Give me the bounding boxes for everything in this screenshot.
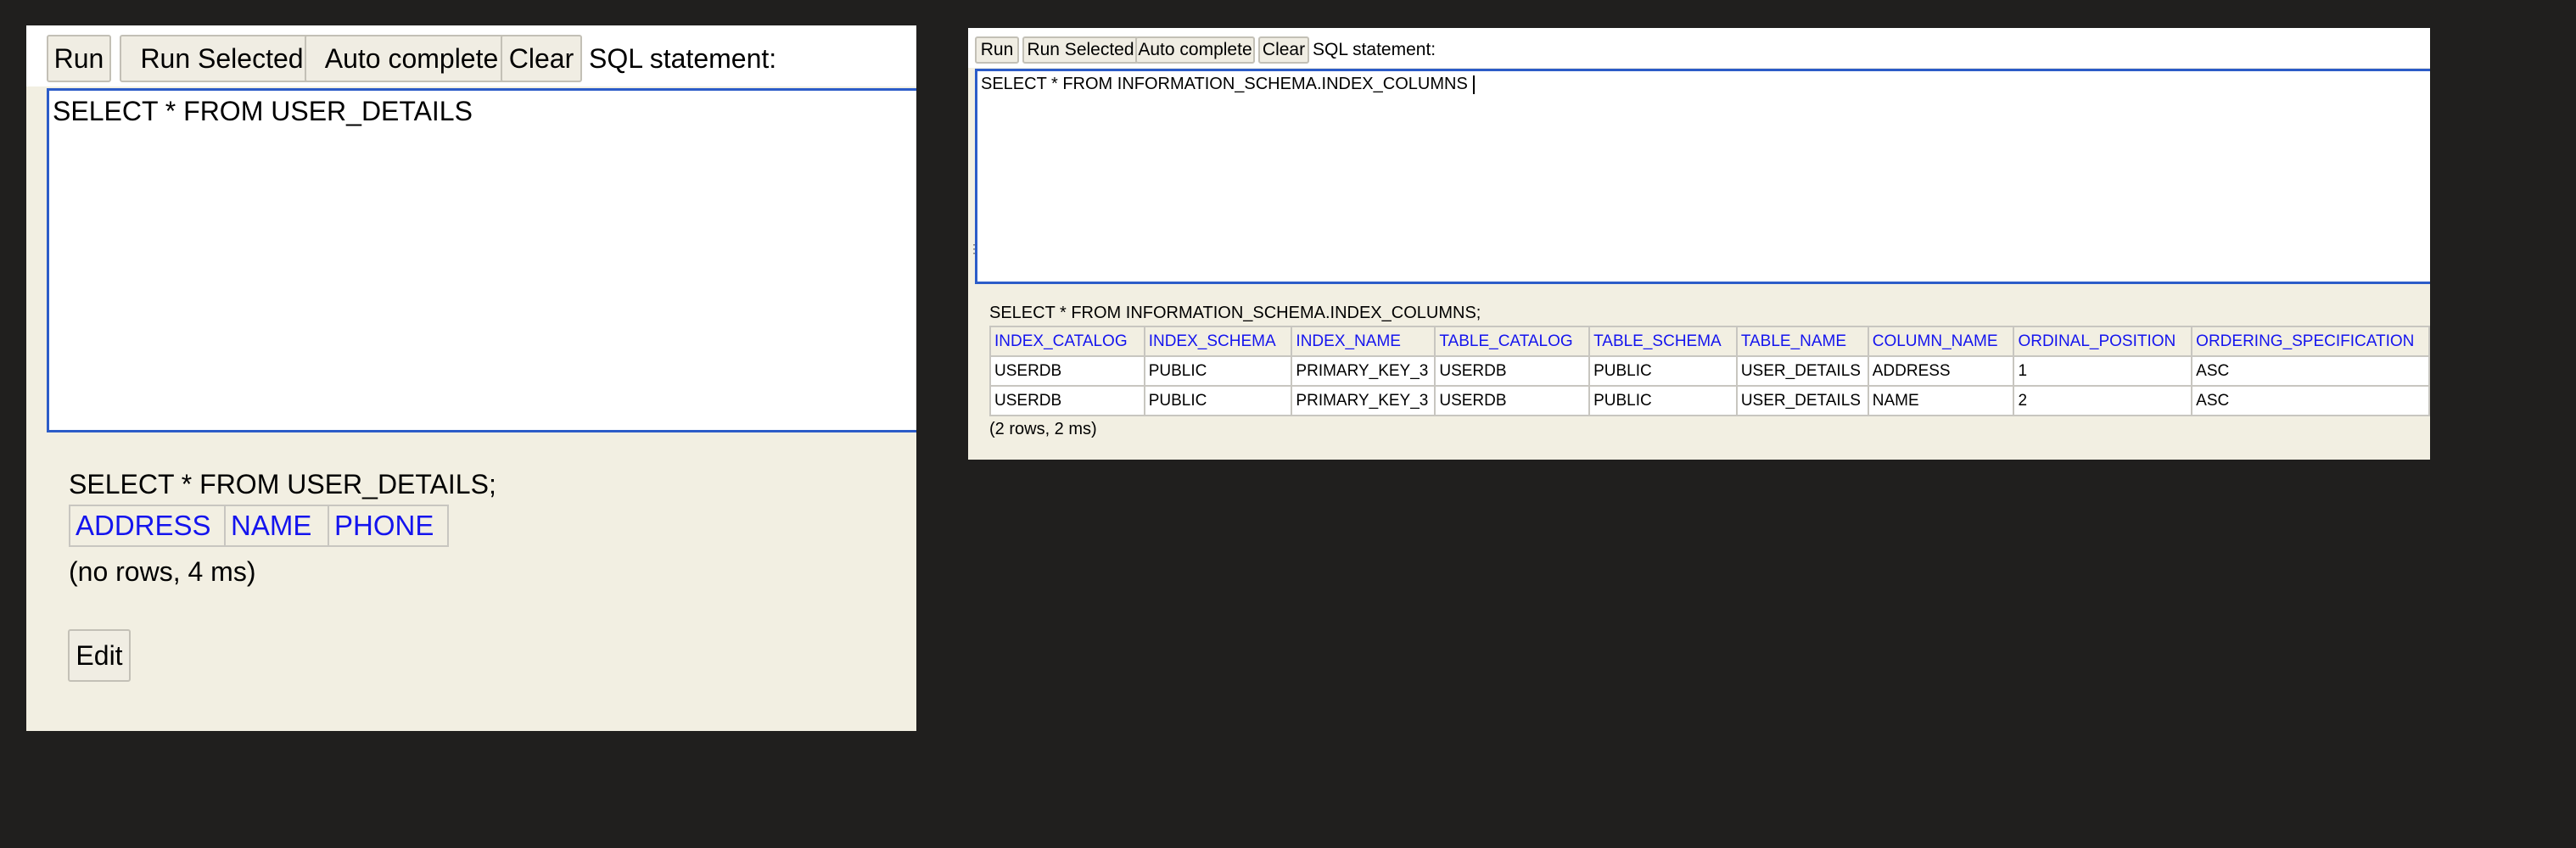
- column-header[interactable]: INDEX_NAME: [1291, 326, 1436, 357]
- column-header[interactable]: ADDRESS: [69, 505, 226, 547]
- run-button[interactable]: Run: [975, 36, 1019, 64]
- table-cell: 2: [2013, 385, 2193, 416]
- edit-button[interactable]: Edit: [68, 629, 131, 682]
- table-cell: 1: [2013, 355, 2193, 387]
- toolbar: Run Run Selected Auto complete Clear SQL…: [26, 25, 916, 86]
- column-header[interactable]: TABLE_SCHEMA: [1588, 326, 1738, 357]
- resize-grip-icon[interactable]: ⋮: [968, 243, 980, 254]
- column-header[interactable]: COLUMN_NAME: [1867, 326, 2015, 357]
- table-cell: USERDB: [989, 355, 1145, 387]
- column-header[interactable]: PHONE: [328, 505, 449, 547]
- run-selected-button[interactable]: Run Selected: [120, 35, 324, 82]
- table-cell: USER_DETAILS: [1735, 355, 1869, 387]
- executed-statement: SELECT * FROM INFORMATION_SCHEMA.INDEX_C…: [989, 304, 1481, 322]
- executed-statement: SELECT * FROM USER_DETAILS;: [69, 469, 496, 499]
- auto-complete-button[interactable]: Auto complete: [305, 35, 518, 82]
- table-cell: PUBLIC: [1143, 355, 1293, 387]
- table-cell: USER_DETAILS: [1735, 385, 1869, 416]
- table-cell: NAME: [1867, 385, 2015, 416]
- result-summary: (no rows, 4 ms): [69, 556, 256, 587]
- text-cursor: [1472, 75, 1475, 94]
- column-header[interactable]: ORDINAL_POSITION: [2013, 326, 2193, 357]
- result-table: INDEX_CATALOG INDEX_SCHEMA INDEX_NAME TA…: [989, 326, 2430, 416]
- sql-editor[interactable]: SELECT * FROM INFORMATION_SCHEMA.INDEX_C…: [975, 69, 2430, 284]
- table-cell: PUBLIC: [1588, 355, 1738, 387]
- table-cell: USERDB: [989, 385, 1145, 416]
- clear-button[interactable]: Clear: [1258, 36, 1309, 64]
- toolbar: Run Run Selected Auto complete Clear SQL…: [968, 28, 2430, 68]
- clear-button[interactable]: Clear: [501, 35, 582, 82]
- editor-text: SELECT * FROM INFORMATION_SCHEMA.INDEX_C…: [981, 75, 1468, 93]
- run-selected-button[interactable]: Run Selected: [1022, 36, 1139, 64]
- column-header[interactable]: TABLE_NAME: [1735, 326, 1869, 357]
- table-row: USERDB PUBLIC PRIMARY_KEY_3 USERDB PUBLI…: [989, 355, 2430, 387]
- table-header-row: INDEX_CATALOG INDEX_SCHEMA INDEX_NAME TA…: [989, 326, 2430, 357]
- table-row: USERDB PUBLIC PRIMARY_KEY_3 USERDB PUBLI…: [989, 385, 2430, 416]
- table-cell: ASC: [2191, 355, 2430, 387]
- h2-console-panel-left: Run Run Selected Auto complete Clear SQL…: [26, 25, 916, 731]
- run-button[interactable]: Run: [47, 35, 111, 82]
- sql-editor[interactable]: SELECT * FROM USER_DETAILS: [47, 88, 916, 432]
- sql-statement-label: SQL statement:: [589, 43, 777, 74]
- column-header[interactable]: INDEX_SCHEMA: [1143, 326, 1293, 357]
- auto-complete-button[interactable]: Auto complete: [1135, 36, 1255, 64]
- table-cell: USERDB: [1434, 355, 1591, 387]
- result-summary: (2 rows, 2 ms): [989, 420, 1097, 438]
- result-table: ADDRESS NAME PHONE: [69, 505, 449, 547]
- column-header[interactable]: ORDERING_SPECIFICATION: [2191, 326, 2430, 357]
- table-cell: ASC: [2191, 385, 2430, 416]
- table-cell: PUBLIC: [1143, 385, 1293, 416]
- column-header[interactable]: TABLE_CATALOG: [1434, 326, 1591, 357]
- table-cell: PUBLIC: [1588, 385, 1738, 416]
- column-header[interactable]: NAME: [224, 505, 329, 547]
- column-header[interactable]: INDEX_CATALOG: [989, 326, 1145, 357]
- sql-statement-label: SQL statement:: [1313, 40, 1436, 59]
- table-cell: PRIMARY_KEY_3: [1291, 385, 1436, 416]
- table-cell: PRIMARY_KEY_3: [1291, 355, 1436, 387]
- table-cell: USERDB: [1434, 385, 1591, 416]
- h2-console-panel-right: Run Run Selected Auto complete Clear SQL…: [968, 28, 2430, 460]
- table-cell: ADDRESS: [1867, 355, 2015, 387]
- table-header-row: ADDRESS NAME PHONE: [69, 505, 449, 547]
